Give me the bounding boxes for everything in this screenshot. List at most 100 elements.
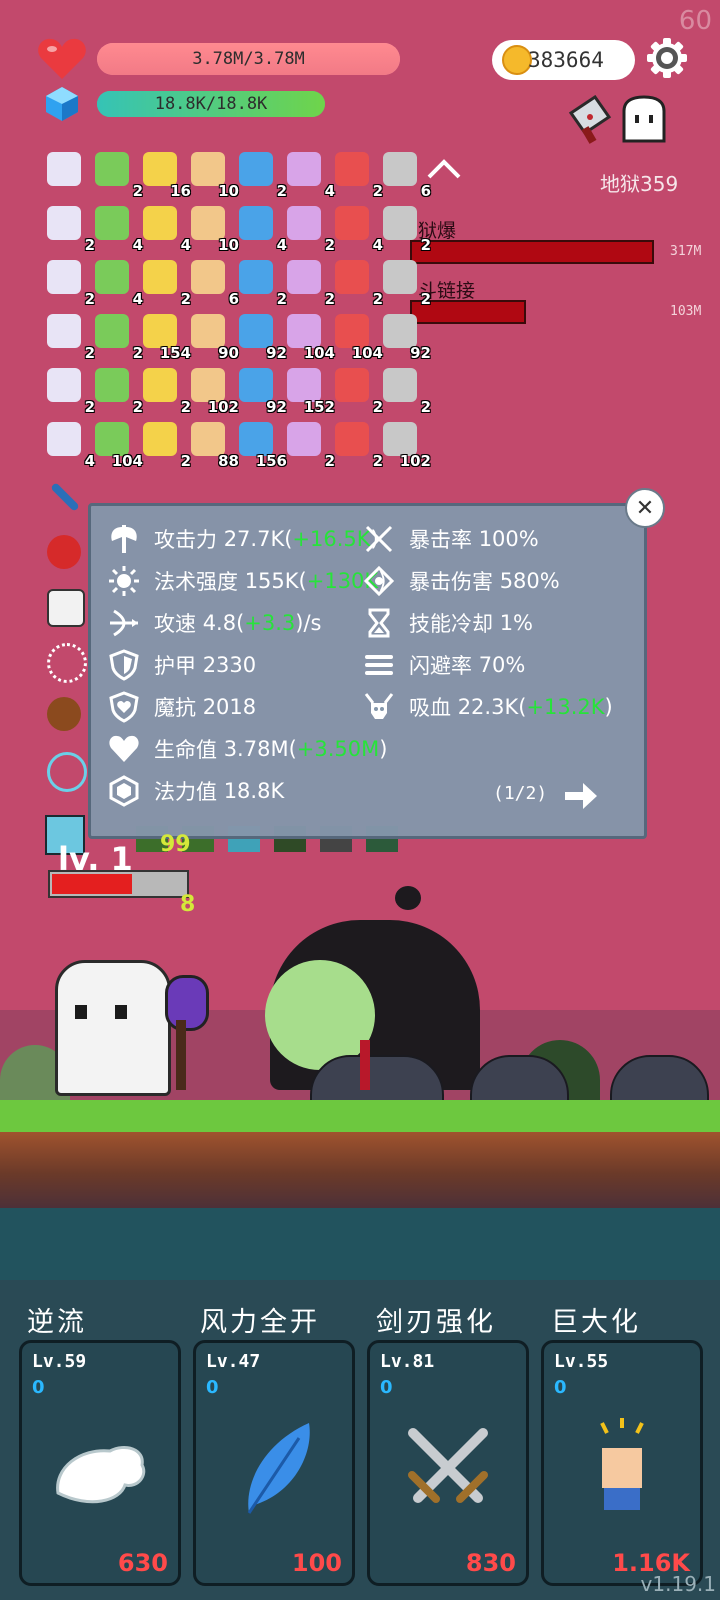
item-cell[interactable]: 90 [189,312,239,362]
item-cell[interactable]: 104 [93,420,143,470]
item-count: 2 [420,398,431,416]
version-label: v1.19.1 [640,1572,716,1596]
close-button[interactable]: ✕ [625,488,665,528]
stat-label: 攻速 [154,612,196,636]
item-cell[interactable]: 2 [333,258,383,308]
stat-value: 70% [478,653,526,677]
item-cell[interactable]: 2 [45,366,95,416]
item-cell[interactable]: 2 [237,150,287,200]
item-cell[interactable]: 2 [141,258,191,308]
item-cell[interactable] [45,750,87,792]
item-cell[interactable]: 2 [45,312,95,362]
item-cell[interactable]: 2 [333,150,383,200]
item-cell[interactable]: 4 [93,258,143,308]
item-cell[interactable]: 4 [45,420,95,470]
ghost-icon[interactable] [620,95,668,145]
item-cell[interactable]: 2 [93,150,143,200]
heart-icon [109,735,139,762]
stat-label: 魔抗 [154,696,196,720]
item-cell[interactable]: 156 [237,420,287,470]
item-count: 10 [218,182,239,200]
stat-label: 闪避率 [409,654,472,678]
item-cell[interactable]: 2 [45,204,95,254]
cleaver-icon[interactable] [565,95,615,145]
scroll-ribbon-icon [47,152,81,186]
item-count: 152 [303,398,335,416]
skill-card-2[interactable]: Lv.47 0 100 [193,1340,355,1586]
item-cell[interactable]: 2 [333,420,383,470]
stat-label: 法力值 [154,780,217,804]
item-cell[interactable]: 2 [285,204,335,254]
next-page-arrow-icon[interactable] [563,780,599,812]
stat-lifesteal: 吸血 22.3K(+13.2K) [363,688,613,726]
item-cell[interactable]: 16 [141,150,191,200]
item-cell[interactable]: 104 [285,312,335,362]
item-cell[interactable] [45,478,85,518]
stat-cooldown: 技能冷却 1% [363,604,533,642]
item-cell[interactable]: 2 [381,366,431,416]
item-cell[interactable]: 2 [93,366,143,416]
skill-cost: 830 [465,1549,516,1577]
item-cell[interactable]: 10 [189,204,239,254]
item-cell[interactable]: 2 [381,204,431,254]
item-cell[interactable]: 2 [381,258,431,308]
stat-label: 护甲 [154,654,196,678]
item-cell[interactable]: 4 [285,150,335,200]
item-cell[interactable]: 10 [189,150,239,200]
mp-bar: 18.8K/18.8K [97,91,325,117]
sun-icon [143,260,177,294]
item-cell[interactable] [45,641,87,683]
item-count: 90 [218,344,239,362]
item-cell[interactable]: 152 [285,366,335,416]
item-cell[interactable]: 4 [237,204,287,254]
item-cell[interactable]: 4 [141,204,191,254]
item-cell[interactable] [45,150,85,190]
stat-hp: 生命值 3.78M(+3.50M) [108,730,387,768]
item-cell[interactable]: 92 [381,312,431,362]
item-cell[interactable]: 2 [141,366,191,416]
fire-icon [287,260,321,294]
item-cell[interactable] [45,587,85,627]
jade-figure-icon [47,206,81,240]
item-cell[interactable]: 2 [285,258,335,308]
stat-magic-resist: 魔抗 2018 [108,688,256,726]
item-cell[interactable]: 104 [333,312,383,362]
item-cell[interactable]: 2 [237,258,287,308]
item-cell[interactable]: 2 [45,258,95,308]
stat-label: 暴击伤害 [409,570,493,594]
item-cell[interactable]: 2 [285,420,335,470]
item-cell[interactable]: 92 [237,312,287,362]
item-cell[interactable] [45,533,85,573]
enemy-hp-1: 317M [670,244,702,259]
item-cell[interactable]: 4 [333,204,383,254]
hook-icon [287,152,321,186]
stat-spell-power: 法术强度 155K(+130K) [108,562,386,600]
collapse-arrow-icon[interactable] [426,157,462,181]
item-cell[interactable]: 2 [93,312,143,362]
angel-wing-icon [56,1446,146,1504]
item-cell[interactable]: 6 [189,258,239,308]
item-cell[interactable]: 2 [141,420,191,470]
pirate-ship-icon [143,314,177,348]
item-cell[interactable]: 102 [381,420,431,470]
item-cell[interactable]: 4 [93,204,143,254]
heart-icon [38,38,86,79]
sunflower-icon [191,422,225,456]
item-cell[interactable]: 154 [141,312,191,362]
settings-gear-icon[interactable] [647,38,687,78]
skill-name: 巨大化 [551,1307,641,1338]
item-cell[interactable] [45,695,85,735]
item-cell[interactable]: 2 [333,366,383,416]
item-cell[interactable]: 6 [381,150,431,200]
item-cell[interactable]: 92 [237,366,287,416]
skill-card-4[interactable]: Lv.55 0 1.16K [541,1340,703,1586]
skill-card-1[interactable]: Lv.59 0 630 [19,1340,181,1586]
item-cell[interactable]: 88 [189,420,239,470]
mana-crystal-icon [46,87,78,121]
beer-mug-icon [335,422,369,456]
disc-icon [239,422,273,456]
item-cell[interactable]: 102 [189,366,239,416]
skill-card-3[interactable]: Lv.81 0 830 [367,1340,529,1586]
question-mark-icon [335,260,369,294]
stat-value: 22.3K( [457,695,527,719]
